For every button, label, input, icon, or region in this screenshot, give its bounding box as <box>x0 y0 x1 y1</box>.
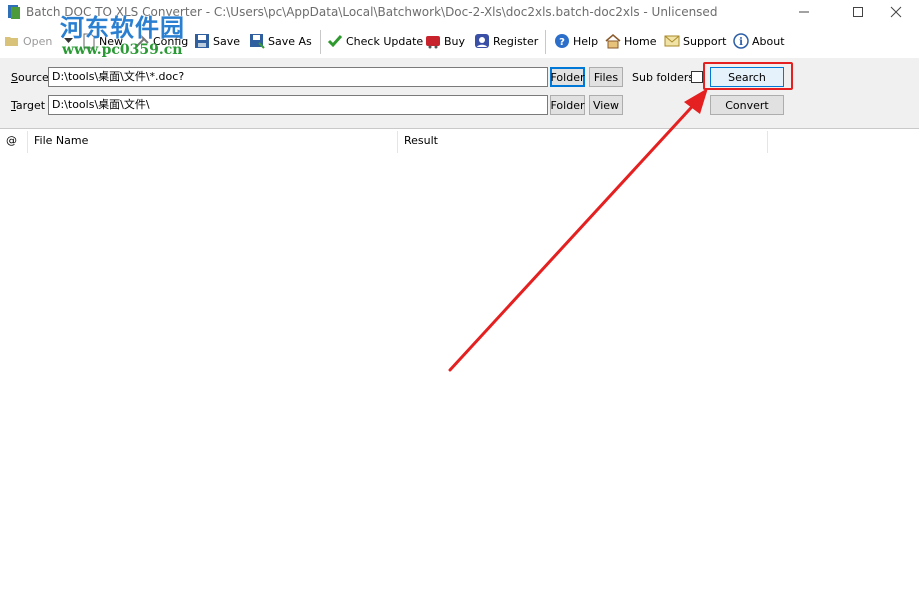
annotation-arrow <box>448 88 708 372</box>
arrow-shaft <box>448 96 702 372</box>
